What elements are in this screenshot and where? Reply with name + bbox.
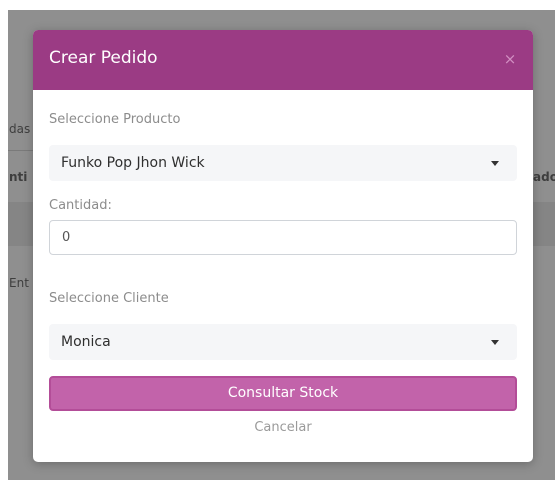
product-select-value: Funko Pop Jhon Wick: [61, 155, 205, 171]
background-column-header: nti: [9, 170, 28, 184]
quantity-input-value: 0: [62, 230, 71, 245]
background-divider: [8, 150, 34, 151]
quantity-input[interactable]: 0: [49, 220, 517, 255]
create-order-modal: Crear Pedido × Seleccione Producto Funko…: [33, 30, 533, 462]
cancel-button[interactable]: Cancelar: [33, 420, 533, 435]
background-text-tab: das: [9, 122, 31, 136]
product-select-label: Seleccione Producto: [49, 112, 181, 127]
client-select[interactable]: Monica: [49, 324, 517, 360]
background-table-row: [533, 202, 555, 246]
caret-down-icon: [491, 340, 499, 345]
background-cell-text: Ent: [9, 276, 29, 290]
caret-down-icon: [491, 161, 499, 166]
product-select[interactable]: Funko Pop Jhon Wick: [49, 145, 517, 181]
quantity-label: Cantidad:: [49, 198, 112, 213]
background-column-header: ado: [533, 170, 555, 184]
client-select-value: Monica: [61, 334, 111, 350]
client-select-label: Seleccione Cliente: [49, 291, 169, 306]
check-stock-button[interactable]: Consultar Stock: [49, 376, 517, 411]
modal-header: Crear Pedido ×: [33, 30, 533, 90]
background-table-row: [8, 202, 34, 246]
modal-title: Crear Pedido: [49, 48, 158, 68]
close-icon[interactable]: ×: [503, 52, 517, 67]
